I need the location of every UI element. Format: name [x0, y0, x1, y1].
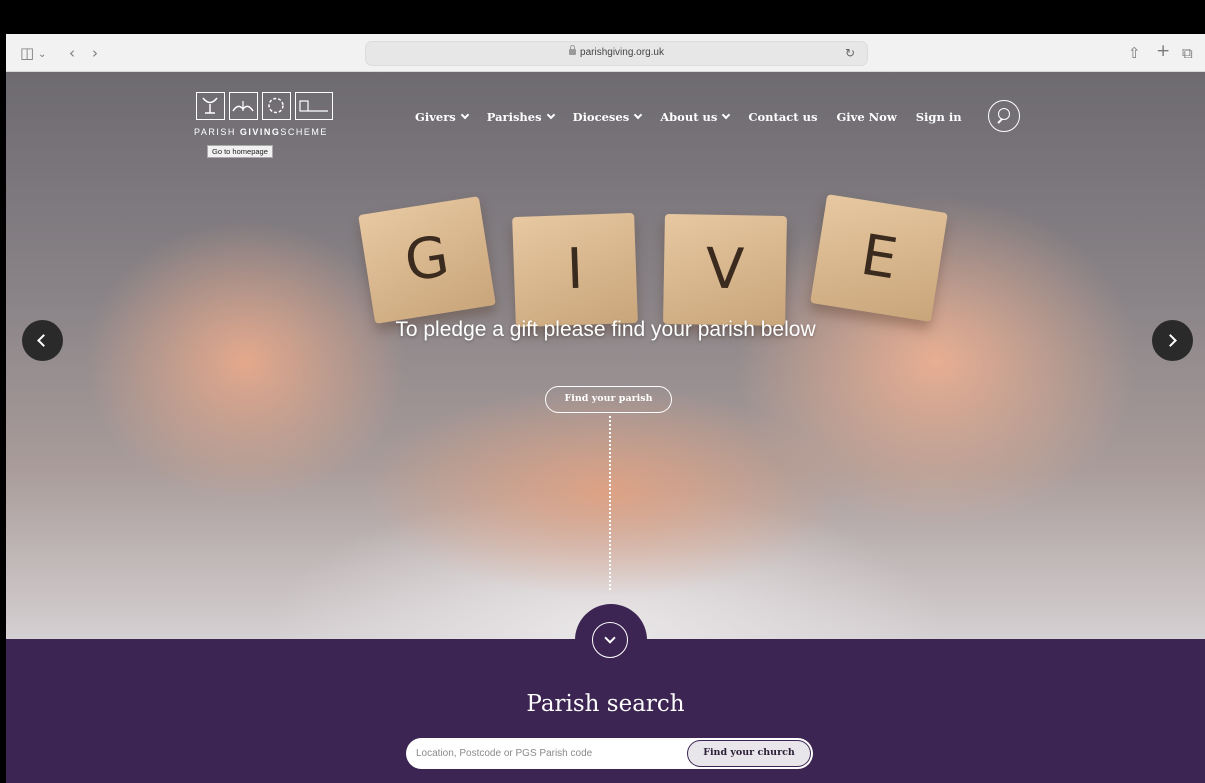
hero-headline: To pledge a gift please find your parish…	[395, 318, 816, 341]
chevron-down-icon	[460, 110, 469, 120]
logo-tooltip: Go to homepage	[207, 145, 273, 158]
search-icon[interactable]	[988, 100, 1020, 132]
nav-sign-in[interactable]: Sign in	[916, 110, 962, 124]
nav-give-now[interactable]: Give Now	[836, 110, 896, 124]
tile-letter: I	[512, 212, 638, 328]
nav-parishes[interactable]: Parishes	[487, 110, 555, 124]
tile-letter: G	[358, 196, 496, 324]
back-icon[interactable]: ‹	[69, 44, 75, 62]
reload-icon[interactable]: ↻	[845, 46, 855, 60]
chevron-down-icon[interactable]: ⌄	[38, 46, 46, 64]
address-bar[interactable]: parishgiving.org.uk ↻	[365, 41, 868, 66]
tabs-overview-icon[interactable]: ⧉	[1182, 44, 1193, 62]
chevron-down-icon	[633, 110, 643, 120]
site-logo[interactable]: PARISH GIVINGSCHEME	[194, 92, 364, 152]
main-nav: Givers Parishes Dioceses About us Contac…	[415, 110, 962, 124]
screen-top-bar	[0, 0, 1205, 34]
browser-toolbar: ◫ ⌄ ‹ › parishgiving.org.uk ↻ ⇧ + ⧉	[6, 34, 1205, 72]
share-icon[interactable]: ⇧	[1128, 44, 1141, 62]
new-tab-icon[interactable]: +	[1156, 42, 1170, 60]
url-text: parishgiving.org.uk	[580, 47, 664, 58]
tile-letter: V	[663, 213, 787, 327]
nav-givers[interactable]: Givers	[415, 110, 469, 124]
dotted-connector	[609, 416, 611, 590]
parish-search-title: Parish search	[526, 691, 685, 717]
nav-dioceses[interactable]: Dioceses	[573, 110, 643, 124]
parish-search-field: Find your church	[406, 738, 813, 769]
hero-banner: G I V E PARISH GIVINGSCHEME Go to homepa…	[6, 72, 1205, 639]
find-your-parish-button[interactable]: Find your parish	[545, 386, 672, 413]
chevron-down-icon	[546, 110, 555, 120]
parish-search-section: Parish search Find your church	[6, 604, 1205, 783]
chevron-down-icon	[722, 110, 731, 120]
open-book-icon	[229, 92, 258, 120]
find-your-church-button[interactable]: Find your church	[687, 740, 811, 767]
church-building-icon	[295, 92, 333, 120]
tile-letter: E	[810, 194, 948, 322]
logo-wordmark: PARISH GIVINGSCHEME	[194, 127, 328, 137]
forward-icon[interactable]: ›	[92, 44, 98, 62]
chalice-icon	[196, 92, 225, 120]
community-circle-icon	[262, 92, 291, 120]
nav-contact-us[interactable]: Contact us	[748, 110, 817, 124]
sidebar-icon[interactable]: ◫	[20, 44, 34, 62]
nav-about-us[interactable]: About us	[660, 110, 731, 124]
lock-icon	[569, 45, 577, 55]
parish-search-input[interactable]	[416, 738, 686, 769]
scroll-down-icon[interactable]	[592, 622, 628, 658]
